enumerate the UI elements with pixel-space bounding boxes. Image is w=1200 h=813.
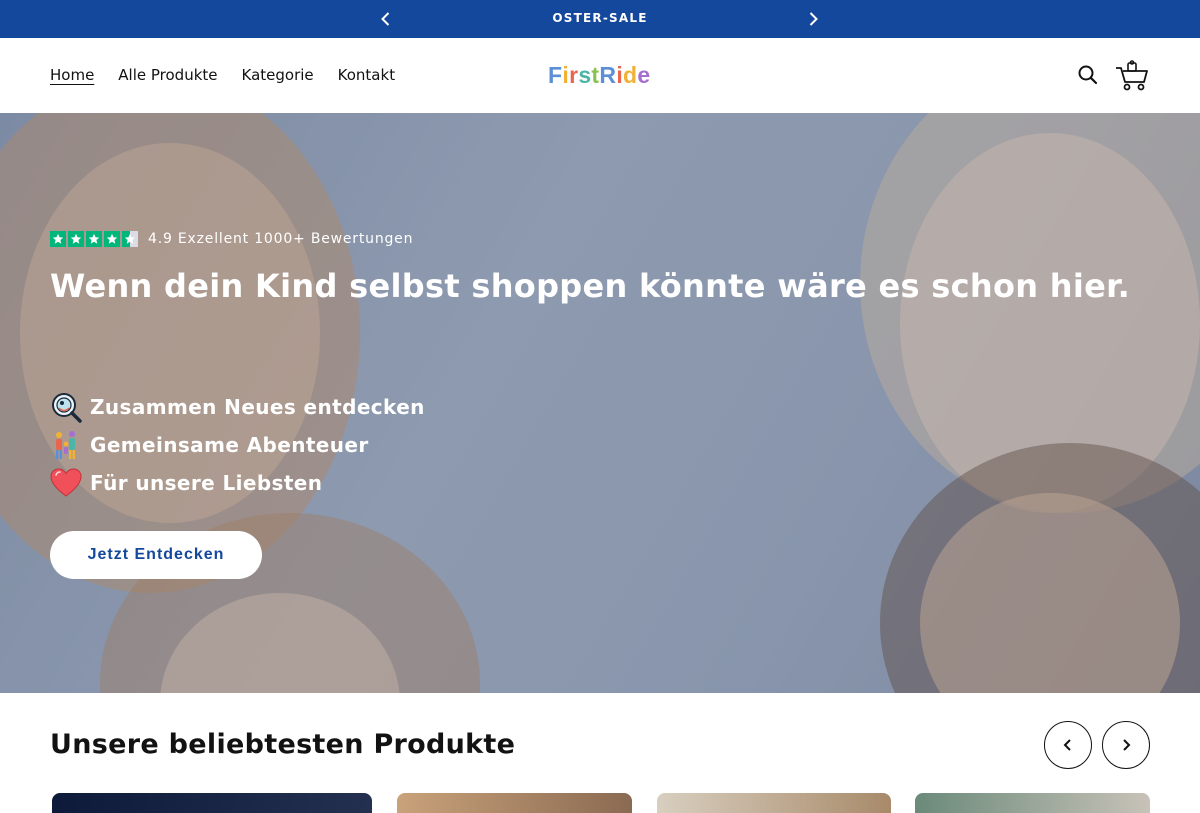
nav-item-all-products[interactable]: Alle Produkte [118,66,217,84]
feature-label: Gemeinsame Abenteuer [90,433,369,457]
hero-content: 4.9 Exzellent 1000+ Bewertungen Wenn dei… [50,231,1130,579]
logo-letter: i [616,62,624,88]
star-icon [104,231,120,247]
product-card[interactable] [915,793,1150,813]
logo-letter: r [569,62,579,88]
logo-letter: d [623,62,638,88]
product-card[interactable] [52,793,372,813]
feature-list: Zusammen Neues entdecken Gemeinsame Aben… [50,391,1130,499]
logo-letter: i [562,62,570,88]
rating-stars [50,231,138,247]
logo-letter: s [578,62,592,88]
chevron-right-icon[interactable] [805,11,821,27]
logo-letter: R [599,62,617,88]
logo-letter: e [637,62,651,88]
announcement-text: OSTER-SALE [552,11,648,25]
star-icon [68,231,84,247]
product-card[interactable] [657,793,891,813]
magnifier-icon [50,391,82,423]
rating-summary: 4.9 Exzellent 1000+ Bewertungen [50,231,1130,247]
feature-label: Für unsere Liebsten [90,471,323,495]
nav-item-home[interactable]: Home [50,66,94,84]
search-icon[interactable] [1077,64,1099,86]
hero-title: Wenn dein Kind selbst shoppen könnte wär… [50,267,1131,305]
shopping-cart-icon[interactable] [1114,60,1150,92]
nav-item-category[interactable]: Kategorie [242,66,314,84]
announcement-bar: OSTER-SALE [0,0,1200,38]
feature-item: Gemeinsame Abenteuer [50,429,1130,461]
brand-logo[interactable]: FirstRide [548,62,650,89]
nav-item-contact[interactable]: Kontakt [338,66,395,84]
heart-icon [50,467,82,499]
popular-products-section: Unsere beliebtesten Produkte [0,693,1200,813]
logo-letter: F [548,62,563,88]
feature-item: Zusammen Neues entdecken [50,391,1130,423]
section-title: Unsere beliebtesten Produkte [50,729,516,760]
chevron-left-icon [1063,739,1071,751]
feature-label: Zusammen Neues entdecken [90,395,425,419]
product-card[interactable] [397,793,632,813]
star-icon [50,231,66,247]
half-star-icon [122,231,138,247]
hero-banner: 4.9 Exzellent 1000+ Bewertungen Wenn dei… [0,113,1200,693]
site-header: Home Alle Produkte Kategorie Kontakt Fir… [0,38,1200,113]
main-nav: Home Alle Produkte Kategorie Kontakt [50,66,395,84]
carousel-prev-button[interactable] [1044,721,1092,769]
chevron-right-icon [1123,739,1131,751]
discover-now-button[interactable]: Jetzt Entdecken [50,531,262,579]
feature-item: Für unsere Liebsten [50,467,1130,499]
rating-text: 4.9 Exzellent 1000+ Bewertungen [148,231,414,247]
logo-letter: t [591,62,600,88]
star-icon [86,231,102,247]
carousel-next-button[interactable] [1102,721,1150,769]
family-icon [50,429,82,461]
